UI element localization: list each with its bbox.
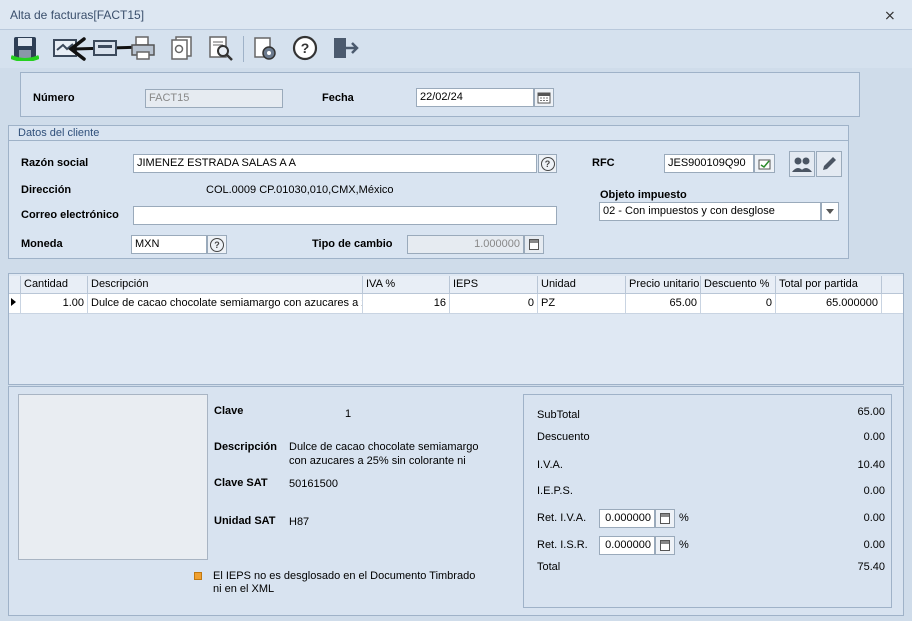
cell-descuento[interactable]: 0 (701, 294, 776, 314)
row-indicator-icon (9, 294, 21, 314)
objeto-impuesto-label: Objeto impuesto (600, 189, 687, 201)
table-row[interactable]: 1.00 Dulce de cacao chocolate semiamargo… (9, 294, 903, 314)
toolbar: ? (0, 30, 912, 68)
total-label: Total (537, 561, 561, 573)
ret-isr-calculator-icon[interactable] (655, 536, 675, 555)
objeto-impuesto-select[interactable]: 02 - Con impuestos y con desglose (599, 202, 821, 221)
search-document-icon[interactable] (205, 34, 235, 62)
cell-precio[interactable]: 65.00 (626, 294, 701, 314)
exit-icon[interactable] (330, 34, 360, 62)
cell-cantidad[interactable]: 1.00 (21, 294, 88, 314)
ieps-legend-line-2: ni en el XML (213, 583, 275, 595)
contacts-icon[interactable] (789, 151, 815, 177)
ret-isr-value: 0.00 (863, 539, 885, 551)
close-icon[interactable]: ⨯ (884, 7, 896, 24)
print-preview-icon[interactable] (90, 34, 120, 62)
grid-header-spacer (882, 276, 903, 294)
iva-label: I.V.A. (537, 459, 563, 471)
help-icon[interactable]: ? (290, 34, 320, 62)
moneda-field[interactable]: MXN (131, 235, 207, 254)
descuento-label: Descuento (537, 431, 590, 443)
grid-header: Cantidad Descripción IVA % IEPS Unidad P… (9, 276, 903, 294)
ieps-value: 0.00 (863, 485, 885, 497)
correo-label: Correo electrónico (21, 209, 119, 221)
rfc-validate-icon[interactable] (754, 154, 775, 173)
column-header[interactable]: IVA % (363, 276, 450, 294)
ieps-legend-line-1: El IEPS no es desglosado en el Documento… (213, 570, 476, 582)
ret-iva-calculator-icon[interactable] (655, 509, 675, 528)
moneda-label: Moneda (21, 238, 63, 250)
iva-value: 10.40 (857, 459, 885, 471)
clave-value: 1 (345, 408, 352, 420)
column-header[interactable]: Total por partida (776, 276, 882, 294)
column-header[interactable]: Descuento % (701, 276, 776, 294)
ret-isr-pct-symbol: % (679, 539, 689, 551)
product-image (18, 394, 208, 560)
ret-iva-pct-symbol: % (679, 512, 689, 524)
total-value: 75.40 (857, 561, 885, 573)
descuento-value: 0.00 (863, 431, 885, 443)
descripcion-line-2: con azucares a 25% sin colorante ni (289, 455, 466, 467)
grid-header-indicator (9, 276, 21, 294)
numero-field: FACT15 (145, 89, 283, 108)
group-title-divider (9, 140, 848, 141)
toolbar-separator (243, 36, 244, 62)
numero-label: Número (33, 92, 75, 104)
row-spacer (882, 294, 903, 314)
items-grid: Cantidad Descripción IVA % IEPS Unidad P… (8, 273, 904, 385)
calendar-icon[interactable] (534, 88, 554, 107)
column-header[interactable]: Descripción (88, 276, 363, 294)
cell-total[interactable]: 65.000000 (776, 294, 882, 314)
settings-icon[interactable] (250, 34, 280, 62)
ret-isr-label: Ret. I.S.R. (537, 539, 588, 551)
unidad-sat-value: H87 (289, 516, 310, 528)
fecha-field[interactable]: 22/02/24 (416, 88, 534, 107)
direccion-value: COL.0009 CP.01030,010,CMX,México (206, 184, 394, 196)
cell-descripcion[interactable]: Dulce de cacao chocolate semiamargo con … (88, 294, 363, 314)
subtotal-label: SubTotal (537, 409, 580, 421)
totals-panel (523, 394, 892, 608)
unidad-sat-label: Unidad SAT (214, 515, 276, 527)
fecha-label: Fecha (322, 92, 354, 104)
razon-help-icon[interactable]: ? (538, 154, 557, 173)
documents-icon[interactable] (167, 34, 197, 62)
cell-ieps[interactable]: 0 (450, 294, 538, 314)
print-icon[interactable] (128, 34, 158, 62)
ret-iva-field[interactable]: 0.000000 (599, 509, 655, 528)
rfc-label: RFC (592, 157, 615, 169)
ieps-legend-swatch (194, 572, 202, 580)
cell-iva[interactable]: 16 (363, 294, 450, 314)
ret-iva-label: Ret. I.V.A. (537, 512, 587, 524)
subtotal-value: 65.00 (857, 406, 885, 418)
correo-field[interactable] (133, 206, 557, 225)
edit-pencil-icon[interactable] (816, 151, 842, 177)
descripcion-line-1: Dulce de cacao chocolate semiamargo (289, 441, 479, 453)
window-title: Alta de facturas[FACT15] (10, 8, 145, 22)
column-header[interactable]: Unidad (538, 276, 626, 294)
save-icon[interactable] (10, 34, 40, 62)
ret-iva-value: 0.00 (863, 512, 885, 524)
rfc-field[interactable]: JES900109Q90 (664, 154, 754, 173)
calculator-icon (524, 235, 544, 254)
moneda-help-icon[interactable]: ? (207, 235, 227, 254)
column-header[interactable]: Precio unitario (626, 276, 701, 294)
tipo-cambio-field: 1.000000 (407, 235, 524, 254)
clave-sat-value: 50161500 (289, 478, 338, 490)
cell-unidad[interactable]: PZ (538, 294, 626, 314)
descripcion-label: Descripción (214, 441, 277, 453)
direccion-label: Dirección (21, 184, 72, 196)
ieps-label: I.E.P.S. (537, 485, 573, 497)
chevron-down-icon[interactable] (821, 202, 839, 221)
razon-social-field[interactable]: JIMENEZ ESTRADA SALAS A A (133, 154, 537, 173)
column-header[interactable]: IEPS (450, 276, 538, 294)
razon-social-label: Razón social (21, 157, 89, 169)
clave-label: Clave (214, 405, 244, 417)
clave-sat-label: Clave SAT (214, 477, 268, 489)
ret-isr-field[interactable]: 0.000000 (599, 536, 655, 555)
column-header[interactable]: Cantidad (21, 276, 88, 294)
cliente-group-title: Datos del cliente (18, 127, 100, 139)
tipo-cambio-label: Tipo de cambio (312, 238, 393, 250)
svg-text:?: ? (301, 40, 310, 56)
